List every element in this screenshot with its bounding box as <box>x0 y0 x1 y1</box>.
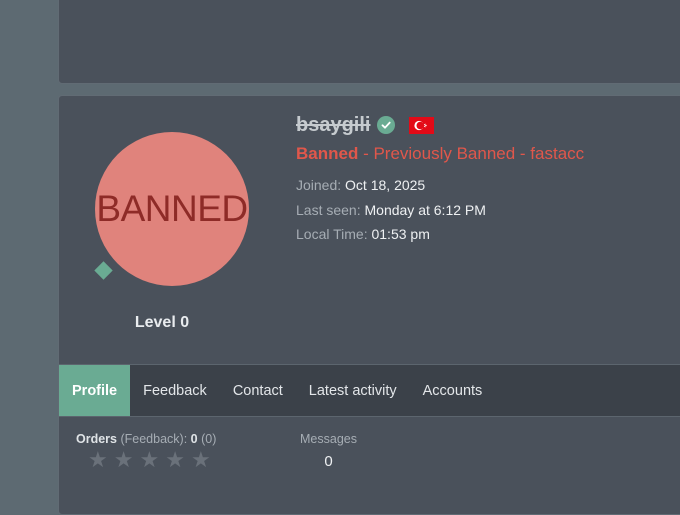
local-time-row: Local Time: 01:53 pm <box>296 222 676 247</box>
name-row: bsaygili <box>296 112 676 138</box>
banned-label: Banned <box>296 144 359 163</box>
ban-status: Banned - Previously Banned - fastacc <box>296 144 676 164</box>
profile-card: BANNED Level 0 bsaygili Banned - Previou… <box>58 95 680 515</box>
tab-accounts[interactable]: Accounts <box>410 365 496 416</box>
joined-label: Joined: <box>296 177 342 193</box>
avatar-text: BANNED <box>96 188 248 229</box>
avatar[interactable]: BANNED <box>95 132 249 286</box>
star-icon: ★ <box>165 447 185 472</box>
last-seen-row: Last seen: Monday at 6:12 PM <box>296 198 676 223</box>
messages-label: Messages <box>300 432 357 446</box>
orders-value: 0 <box>190 432 198 446</box>
joined-row: Joined: Oct 18, 2025 <box>296 173 676 198</box>
tab-profile[interactable]: Profile <box>59 365 131 416</box>
messages-value: 0 <box>324 453 333 470</box>
star-icon: ★ <box>88 447 108 472</box>
username[interactable]: bsaygili <box>296 114 370 137</box>
verified-check-icon <box>377 116 396 134</box>
profile-info: bsaygili Banned - Previously Banned - fa… <box>296 112 676 247</box>
feedback-label: (Feedback): <box>120 432 188 446</box>
joined-value: Oct 18, 2025 <box>345 177 426 193</box>
tab-latest-activity[interactable]: Latest activity <box>296 365 410 416</box>
user-stats: Orders (Feedback): 0 (0) ★ ★ ★ ★ ★ Messa… <box>76 432 676 471</box>
rating-stars: ★ ★ ★ ★ ★ <box>88 449 211 471</box>
messages-stat: Messages 0 <box>300 432 357 470</box>
turkey-flag-icon <box>409 116 435 134</box>
status-diamond-icon <box>94 261 113 280</box>
star-icon: ★ <box>113 447 134 472</box>
star-icon: ★ <box>139 447 160 472</box>
feedback-value: (0) <box>201 432 217 446</box>
orders-stat: Orders (Feedback): 0 (0) <box>76 432 676 446</box>
local-time-value: 01:53 pm <box>371 226 430 242</box>
ban-reason: - Previously Banned - fastacc <box>358 144 585 163</box>
user-level: Level 0 <box>134 314 190 331</box>
last-seen-value: Monday at 6:12 PM <box>364 201 486 218</box>
star-icon: ★ <box>190 447 211 472</box>
user-meta: Joined: Oct 18, 2025 Last seen: Monday a… <box>296 173 676 247</box>
orders-label: Orders <box>76 432 117 446</box>
top-panel <box>58 0 680 84</box>
local-time-label: Local Time: <box>296 226 368 242</box>
tab-contact[interactable]: Contact <box>220 365 296 416</box>
last-seen-label: Last seen: <box>296 201 361 218</box>
tab-feedback[interactable]: Feedback <box>130 365 220 416</box>
profile-tabs: Profile Feedback Contact Latest activity… <box>59 364 680 417</box>
